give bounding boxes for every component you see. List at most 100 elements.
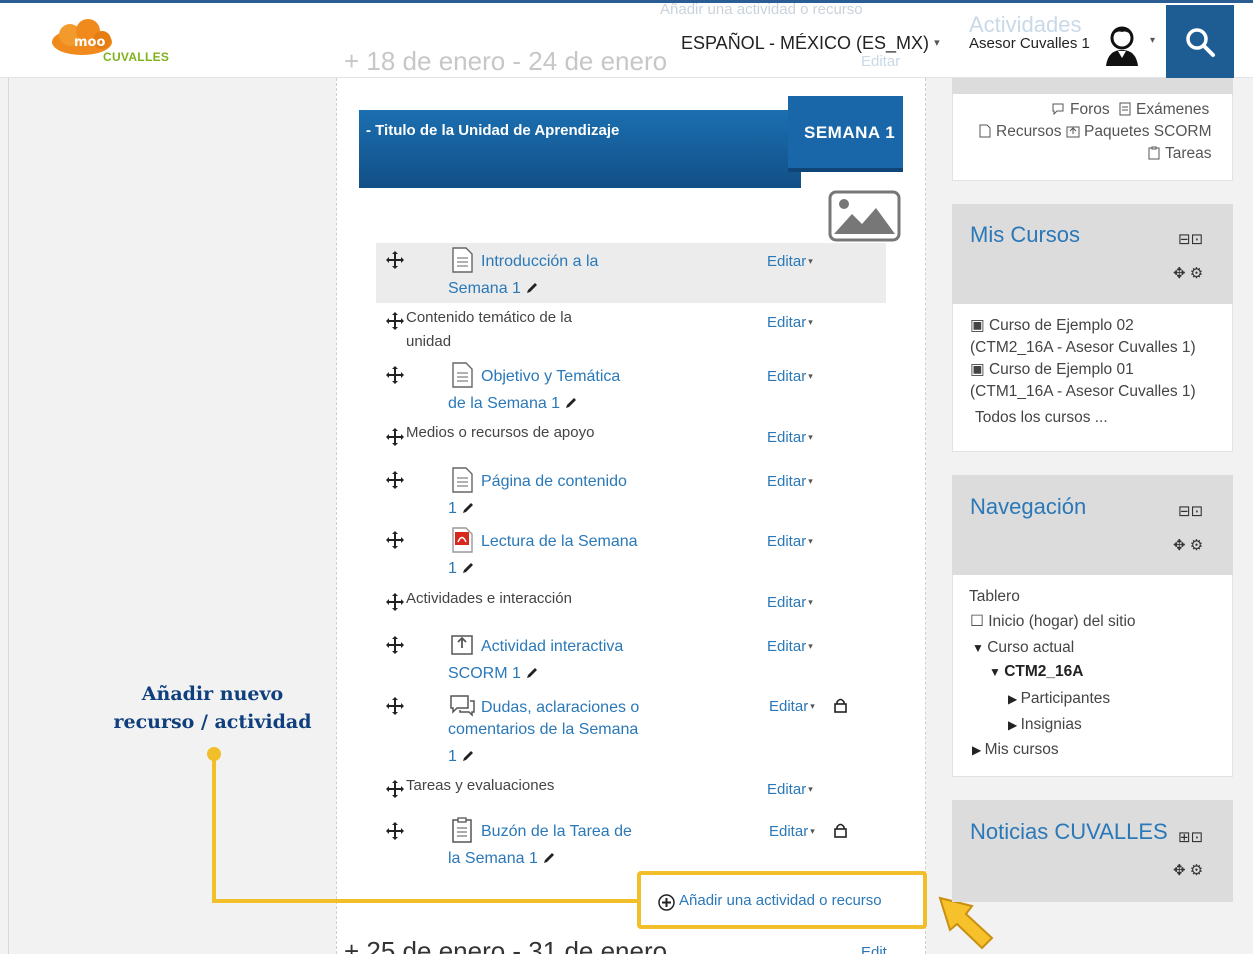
add-circle-icon[interactable] — [658, 894, 675, 911]
navigation-title[interactable]: Navegación — [970, 494, 1086, 520]
activity-link-cont[interactable]: Semana 1 — [448, 275, 539, 302]
edit-menu[interactable]: Editar ▾ — [769, 823, 815, 840]
edit-label[interactable]: Editar — [767, 781, 806, 798]
edit-menu[interactable]: Editar ▾ — [767, 533, 813, 550]
edit-menu[interactable]: Editar ▾ — [767, 368, 813, 385]
edit-menu[interactable]: Editar ▾ — [767, 473, 813, 490]
activity-type-forums[interactable]: Foros — [1052, 101, 1110, 119]
assignments-label[interactable]: Tareas — [1165, 145, 1212, 162]
nav-course-code-label[interactable]: CTM2_16A — [1004, 663, 1083, 680]
pencil-icon[interactable] — [461, 749, 475, 763]
activity-link[interactable]: Página de contenido — [481, 468, 627, 495]
activity-link-cont[interactable]: 1 — [448, 555, 475, 582]
nav-participants[interactable]: ▶ Participantes — [1008, 688, 1110, 710]
nav-site-home[interactable]: ☐ Inicio (hogar) del sitio — [970, 611, 1136, 633]
activity-link[interactable]: Lectura de la Semana — [481, 528, 638, 555]
nav-my-courses[interactable]: ▶ Mis cursos — [972, 739, 1059, 761]
course-link[interactable]: ▣ Curso de Ejemplo 02 — [970, 315, 1134, 337]
block-collapse-dock-icon[interactable]: ⊟⊡ — [1178, 230, 1203, 248]
activity-link[interactable]: comentarios de la Semana — [448, 716, 638, 743]
edit-label[interactable]: Editar — [769, 823, 808, 840]
move-icon[interactable] — [386, 593, 404, 611]
activity-link[interactable]: Buzón de la Tarea de — [481, 818, 632, 845]
user-name[interactable]: Asesor Cuvalles 1 — [969, 35, 1090, 52]
block-move-settings-icon[interactable]: ✥ ⚙ — [1173, 536, 1203, 554]
pencil-icon[interactable] — [525, 666, 539, 680]
search-button[interactable] — [1166, 5, 1234, 78]
move-icon[interactable] — [386, 780, 404, 798]
move-icon[interactable] — [386, 636, 404, 654]
activity-link-text[interactable]: de la Semana 1 — [448, 395, 560, 412]
edit-label[interactable]: Editar — [767, 253, 806, 270]
activity-link-cont[interactable]: de la Semana 1 — [448, 390, 578, 417]
nav-site-home-label[interactable]: Inicio (hogar) del sitio — [988, 613, 1135, 630]
pencil-icon[interactable] — [525, 281, 539, 295]
nav-badges-label[interactable]: Insignias — [1021, 716, 1082, 733]
activity-link-cont[interactable]: 1 — [448, 495, 475, 522]
edit-label[interactable]: Editar — [767, 314, 806, 331]
activity-type-quizzes[interactable]: Exámenes — [1118, 101, 1209, 119]
my-courses-title[interactable]: Mis Cursos — [970, 222, 1080, 248]
course-link-detail[interactable]: (CTM1_16A - Asesor Cuvalles 1) — [970, 381, 1196, 403]
course-link[interactable]: ▣ Curso de Ejemplo 01 — [970, 359, 1134, 381]
move-icon[interactable] — [386, 697, 404, 715]
lock-icon[interactable] — [833, 697, 848, 713]
add-activity-link[interactable]: Añadir una actividad o recurso — [679, 892, 882, 909]
forums-label[interactable]: Foros — [1070, 101, 1110, 118]
activity-link-text[interactable]: la Semana 1 — [448, 850, 538, 867]
edit-label[interactable]: Editar — [769, 698, 808, 715]
user-avatar-icon[interactable] — [1102, 24, 1142, 66]
resources-label[interactable]: Recursos — [996, 123, 1061, 140]
move-icon[interactable] — [386, 312, 404, 330]
course-name[interactable]: Curso de Ejemplo 02 — [989, 317, 1134, 334]
pencil-icon[interactable] — [461, 501, 475, 515]
activity-link[interactable]: Actividad interactiva — [481, 633, 623, 660]
activity-link-cont[interactable]: SCORM 1 — [448, 660, 539, 687]
next-week-edit[interactable]: Edit — [861, 944, 887, 954]
block-collapse-dock-icon[interactable]: ⊟⊡ — [1178, 502, 1203, 520]
move-icon[interactable] — [386, 366, 404, 384]
activity-link-cont[interactable]: 1 — [448, 743, 475, 770]
scorm-label[interactable]: Paquetes SCORM — [1084, 123, 1212, 140]
edit-label[interactable]: Editar — [767, 368, 806, 385]
edit-menu[interactable]: Editar ▾ — [767, 429, 813, 446]
activity-link-text[interactable]: 1 — [448, 560, 457, 577]
language-selector[interactable]: ESPAÑOL - MÉXICO (ES_MX) ▾ — [681, 33, 940, 54]
move-icon[interactable] — [386, 428, 404, 446]
move-icon[interactable] — [386, 822, 404, 840]
edit-label[interactable]: Editar — [767, 473, 806, 490]
all-courses-link[interactable]: Todos los cursos ... — [975, 407, 1108, 429]
edit-menu[interactable]: Editar ▾ — [767, 594, 813, 611]
move-icon[interactable] — [386, 471, 404, 489]
activity-link-cont[interactable]: la Semana 1 — [448, 845, 556, 872]
nav-participants-label[interactable]: Participantes — [1021, 690, 1111, 707]
edit-menu[interactable]: Editar ▾ — [769, 698, 815, 715]
news-block-title[interactable]: Noticias CUVALLES — [970, 819, 1168, 845]
pencil-icon[interactable] — [542, 851, 556, 865]
activity-type-assignments[interactable]: Tareas — [1147, 145, 1212, 163]
nav-current-course-label[interactable]: Curso actual — [987, 639, 1074, 656]
edit-menu[interactable]: Editar ▾ — [767, 253, 813, 270]
edit-menu[interactable]: Editar ▾ — [767, 781, 813, 798]
user-menu-caret-icon[interactable]: ▾ — [1150, 35, 1155, 46]
previous-week-edit[interactable]: Editar — [861, 53, 900, 70]
nav-my-courses-label[interactable]: Mis cursos — [985, 741, 1059, 758]
activity-link-text[interactable]: SCORM 1 — [448, 665, 521, 682]
activity-link-text[interactable]: 1 — [448, 748, 457, 765]
pencil-icon[interactable] — [564, 396, 578, 410]
block-move-settings-icon[interactable]: ✥ ⚙ — [1173, 861, 1203, 879]
nav-course-code[interactable]: ▼ CTM2_16A — [989, 661, 1083, 683]
edit-label[interactable]: Editar — [767, 533, 806, 550]
move-icon[interactable] — [386, 251, 404, 269]
edit-menu[interactable]: Editar ▾ — [767, 314, 813, 331]
activity-link-text[interactable]: 1 — [448, 500, 457, 517]
nav-badges[interactable]: ▶ Insignias — [1008, 714, 1082, 736]
edit-label[interactable]: Editar — [767, 594, 806, 611]
course-link-detail[interactable]: (CTM2_16A - Asesor Cuvalles 1) — [970, 337, 1196, 359]
block-move-settings-icon[interactable]: ✥ ⚙ — [1173, 264, 1203, 282]
activity-link[interactable]: Objetivo y Temática — [481, 363, 620, 390]
edit-label[interactable]: Editar — [767, 429, 806, 446]
activity-link-text[interactable]: Semana 1 — [448, 280, 521, 297]
block-expand-dock-icon[interactable]: ⊞⊡ — [1178, 828, 1203, 846]
next-week-title[interactable]: + 25 de enero - 31 de enero — [344, 936, 667, 954]
